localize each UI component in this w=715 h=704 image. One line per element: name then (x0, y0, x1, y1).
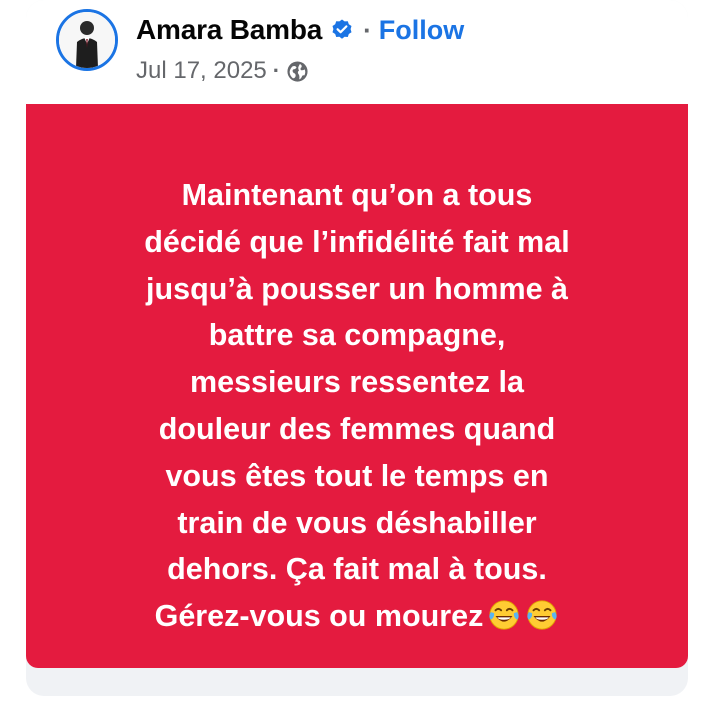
post-header: Amara Bamba · Follow Jul 17, 2025 · (26, 0, 688, 104)
globe-icon[interactable] (286, 60, 309, 83)
verified-badge-icon (332, 19, 352, 39)
post-text-line: jusqu’à pousser un homme à (146, 271, 568, 306)
post-text-line: douleur des femmes quand (158, 411, 556, 446)
post-text-line: train de vous déshabiller (177, 505, 537, 540)
post-text: Maintenant qu’on a tous décidé que l’inf… (46, 172, 668, 640)
author-name[interactable]: Amara Bamba (136, 14, 322, 46)
post-text-line: décidé que l’infidélité fait mal (144, 224, 570, 259)
post-text-line: vous êtes tout le temps en (165, 458, 549, 493)
post-text-line: Maintenant qu’on a tous (181, 178, 533, 212)
post-text-background: Maintenant qu’on a tous décidé que l’inf… (26, 104, 688, 668)
post-text-line: Gérez-vous ou mourez (154, 599, 484, 634)
post-meta: Jul 17, 2025 · (136, 57, 309, 85)
post-card: Amara Bamba · Follow Jul 17, 2025 · Main… (26, 0, 688, 696)
author-avatar[interactable] (56, 9, 118, 71)
author-row: Amara Bamba · Follow (136, 14, 464, 46)
follow-button[interactable]: Follow (379, 15, 464, 46)
post-timestamp[interactable]: Jul 17, 2025 (136, 57, 267, 85)
avatar-photo-icon (59, 12, 115, 68)
face-with-tears-of-joy-icon (489, 600, 520, 630)
follow-separator: · (363, 14, 372, 45)
screenshot-frame: Amara Bamba · Follow Jul 17, 2025 · Main… (0, 0, 715, 704)
post-text-line: messieurs ressentez la (189, 365, 524, 400)
post-text-last-line: Gérez-vous ou mourez (46, 593, 668, 640)
post-text-line: battre sa compagne, (208, 318, 506, 353)
meta-separator: · (272, 58, 281, 83)
face-with-tears-of-joy-icon (527, 600, 558, 630)
post-text-line: dehors. Ça fait mal à tous. (167, 552, 547, 587)
